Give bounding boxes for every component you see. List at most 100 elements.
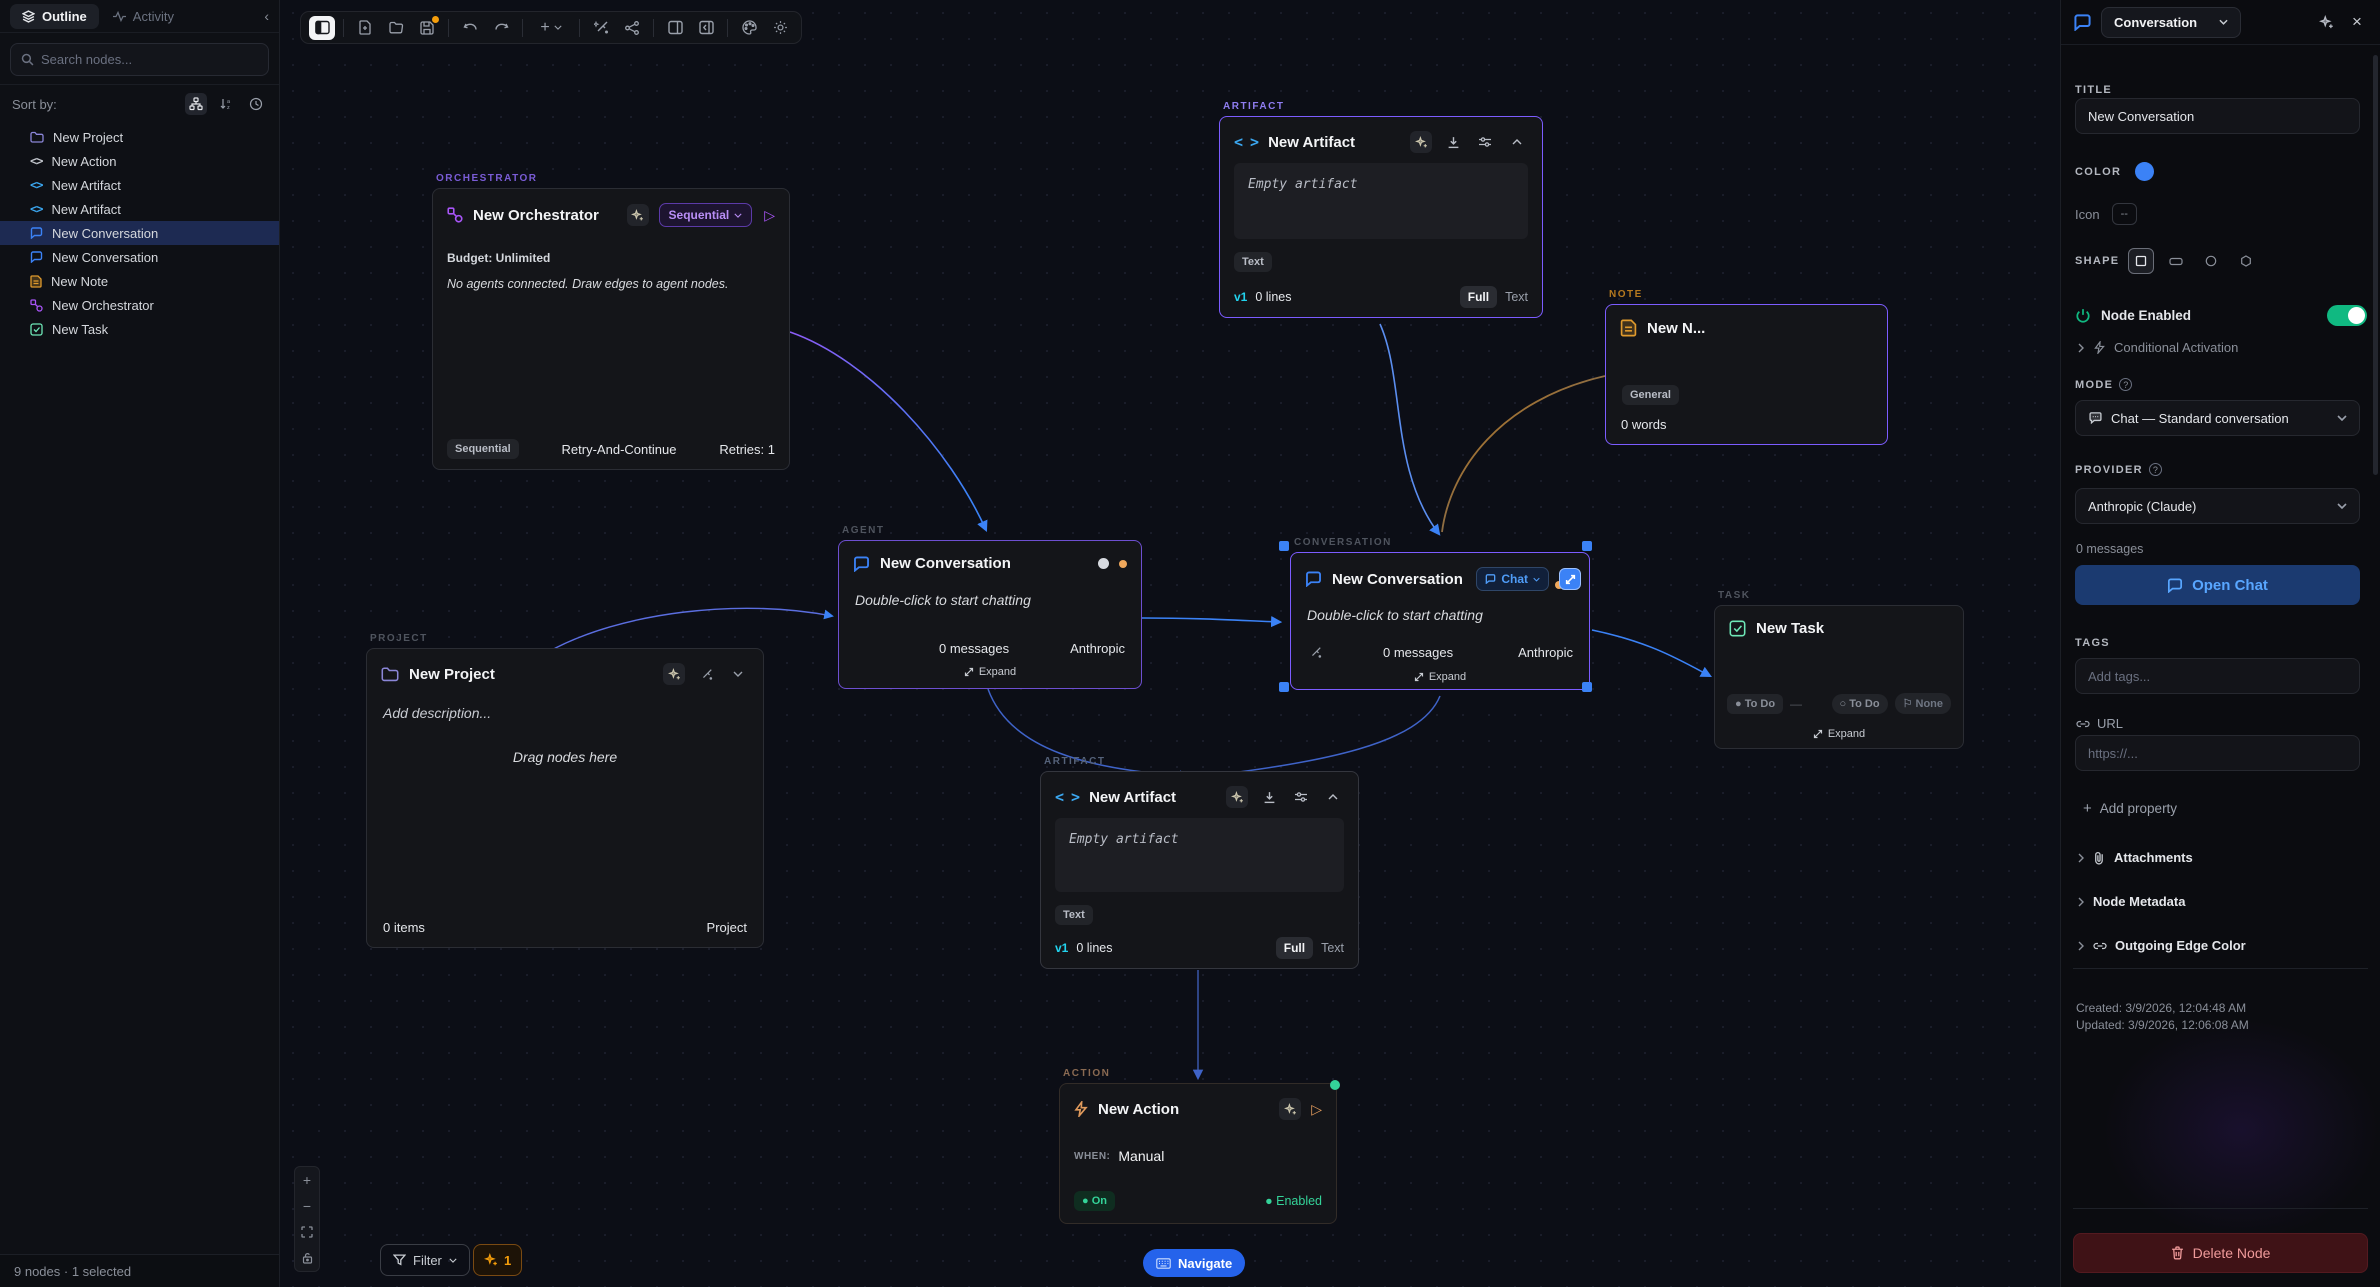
url-input[interactable] [2075,735,2360,771]
zoom-in-button[interactable]: + [295,1167,319,1193]
attachments-section-toggle[interactable]: Attachments [2077,850,2193,865]
settings-gear-button[interactable] [767,16,793,40]
magic-wand-icon[interactable] [588,16,614,40]
title-input[interactable] [2075,98,2360,134]
shape-square-button[interactable] [2128,248,2154,274]
open-fullscreen-button[interactable] [1559,568,1581,590]
sparkle-ai-button[interactable] [2315,11,2337,33]
sliders-icon[interactable] [1474,131,1496,153]
node-action[interactable]: ACTION New Action ▷ WHEN: Manual ● On ● … [1059,1083,1337,1224]
selection-handle[interactable] [1279,541,1289,551]
chevron-up-icon[interactable] [1506,131,1528,153]
node-agent-conversation[interactable]: AGENT New Conversation Double-click to s… [838,540,1142,689]
new-file-button[interactable] [352,16,378,40]
sort-alpha-button[interactable]: az [215,93,237,115]
outline-item-artifact[interactable]: <> New Artifact [0,197,279,221]
outline-item-orchestrator[interactable]: New Orchestrator [0,293,279,317]
node-task[interactable]: TASK New Task ● To Do — ○ To Do ⚐ None E… [1714,605,1964,749]
view-text-toggle[interactable]: Text [1321,941,1344,955]
todo-pill[interactable]: ○ To Do [1832,694,1888,714]
sort-recent-button[interactable] [245,93,267,115]
zoom-out-button[interactable]: − [295,1193,319,1219]
node-artifact-top[interactable]: ARTIFACT < > New Artifact Empty artifact… [1219,116,1543,318]
node-conversation-selected[interactable]: CONVERSATION New Conversation Chat Doubl… [1290,552,1590,690]
conditional-activation-toggle[interactable]: Conditional Activation [2077,340,2238,355]
selection-handle[interactable] [1582,541,1592,551]
edge-color-section-toggle[interactable]: Outgoing Edge Color [2077,938,2246,953]
undo-button[interactable] [457,16,483,40]
download-icon[interactable] [1442,131,1464,153]
open-chat-button[interactable]: Open Chat [2075,565,2360,605]
run-orchestrator-button[interactable]: ▷ [764,207,775,224]
flag-pill[interactable]: ⚐ None [1895,693,1951,714]
delete-node-button[interactable]: Delete Node [2073,1233,2368,1273]
node-project[interactable]: PROJECT New Project Add description... D… [366,648,764,948]
lock-button[interactable] [295,1245,319,1271]
shape-hexagon-button[interactable] [2233,248,2259,274]
share-icon[interactable] [619,16,645,40]
sort-hierarchy-button[interactable] [185,93,207,115]
sliders-icon[interactable] [1290,786,1312,808]
sparkle-ai-button[interactable] [1410,131,1432,153]
tab-outline[interactable]: Outline [10,4,99,29]
metadata-section-toggle[interactable]: Node Metadata [2077,894,2185,909]
redo-button[interactable] [488,16,514,40]
magic-wand-icon[interactable] [1307,641,1323,663]
toggle-sidebar-button[interactable] [309,16,335,40]
search-input[interactable] [41,52,258,67]
outline-item-task[interactable]: New Task [0,317,279,341]
right-panel-toggle-button[interactable] [662,16,688,40]
artifact-body[interactable]: Empty artifact [1055,818,1344,892]
chat-mode-dropdown[interactable]: Chat [1476,567,1549,591]
mode-select[interactable]: Chat — Standard conversation [2075,400,2360,436]
project-description[interactable]: Add description... [367,691,763,721]
outline-item-project[interactable]: New Project [0,125,279,149]
shape-circle-button[interactable] [2198,248,2224,274]
sparkle-ai-button[interactable] [1279,1098,1301,1120]
magic-wand-icon[interactable] [695,663,717,685]
when-value[interactable]: Manual [1118,1148,1164,1164]
add-node-button[interactable]: + [531,16,571,40]
close-panel-button[interactable]: × [2346,11,2368,33]
sparkle-ai-button[interactable] [663,663,685,685]
shape-rectangle-button[interactable] [2163,248,2189,274]
outline-item-conversation-selected[interactable]: New Conversation [0,221,279,245]
icon-picker-button[interactable]: -- [2112,203,2137,225]
ai-suggestions-badge[interactable]: 1 [473,1244,522,1276]
outline-item-note[interactable]: New Note [0,269,279,293]
outline-item-action[interactable]: <> New Action [0,149,279,173]
add-property-button[interactable]: + Add property [2083,800,2177,817]
sparkle-ai-button[interactable] [1226,786,1248,808]
filter-button[interactable]: Filter [380,1244,470,1276]
node-artifact-bottom[interactable]: ARTIFACT < > New Artifact Empty artifact… [1040,771,1359,969]
view-full-toggle[interactable]: Full [1276,937,1313,959]
sparkle-ai-button[interactable] [627,204,649,226]
node-orchestrator[interactable]: ORCHESTRATOR New Orchestrator Sequential… [432,188,790,470]
task-status-badge[interactable]: ● To Do [1727,694,1783,714]
outline-item-artifact[interactable]: <> New Artifact [0,173,279,197]
open-folder-button[interactable] [383,16,409,40]
expand-button[interactable]: Expand [839,666,1141,678]
save-button[interactable] [414,16,440,40]
navigate-button[interactable]: Navigate [1143,1249,1245,1277]
theme-palette-button[interactable] [736,16,762,40]
selection-handle[interactable] [1582,682,1592,692]
panel-scrollbar[interactable] [2373,55,2378,475]
view-full-toggle[interactable]: Full [1460,286,1497,308]
chevron-up-icon[interactable] [1322,786,1344,808]
graph-canvas[interactable]: + ORCHESTRATOR New Orchestrator Sequenti… [280,0,2060,1287]
collapse-sidebar-icon[interactable]: ‹ [264,8,269,24]
view-text-toggle[interactable]: Text [1505,290,1528,304]
provider-select[interactable]: Anthropic (Claude) [2075,488,2360,524]
tab-activity[interactable]: Activity [113,9,174,24]
expand-button[interactable]: Expand [1291,671,1589,683]
run-action-button[interactable]: ▷ [1311,1101,1322,1118]
color-swatch[interactable] [2135,162,2154,181]
node-note[interactable]: NOTE New N... General 0 words [1605,304,1888,445]
fit-view-button[interactable] [295,1219,319,1245]
download-icon[interactable] [1258,786,1280,808]
artifact-body[interactable]: Empty artifact [1234,163,1528,239]
chevron-down-icon[interactable] [727,663,749,685]
collapse-panel-button[interactable] [693,16,719,40]
orchestrator-mode-dropdown[interactable]: Sequential [659,203,753,227]
